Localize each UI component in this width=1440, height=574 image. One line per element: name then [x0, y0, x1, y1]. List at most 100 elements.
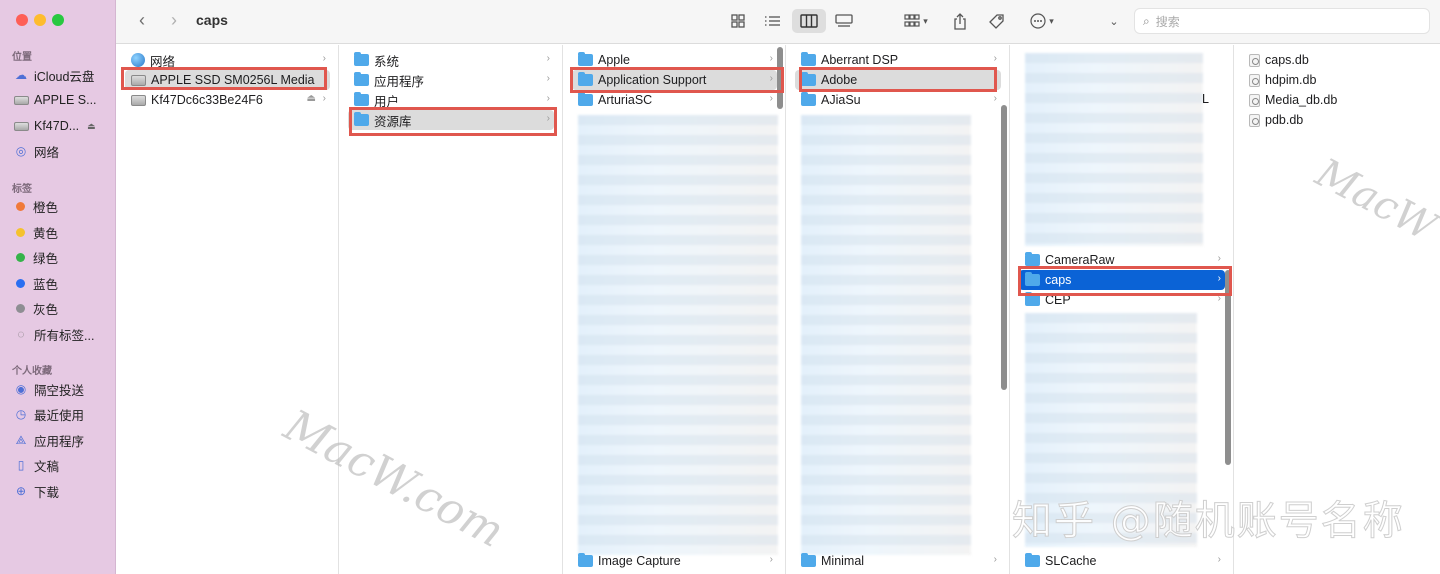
- chevron-down-icon: ▾: [1049, 15, 1054, 26]
- list-item-selected[interactable]: caps ›: [1019, 270, 1225, 290]
- tag-dot-icon: [16, 252, 25, 262]
- column-5: L CameraRaw › caps › CEP › SLCache ›: [1011, 45, 1234, 574]
- sidebar-item-applications[interactable]: ⟁ 应用程序: [14, 429, 114, 451]
- sidebar-tag-green[interactable]: 绿色: [14, 246, 114, 268]
- sidebar-item-downloads[interactable]: ⊕ 下载: [14, 480, 114, 502]
- disk-icon: [13, 93, 29, 107]
- tag-button[interactable]: [984, 9, 1008, 33]
- sidebar-tag-yellow[interactable]: 黄色: [14, 221, 114, 243]
- applications-icon: ⟁: [15, 432, 27, 447]
- zoom-button[interactable]: [52, 14, 64, 26]
- list-item[interactable]: CEP ›: [1019, 290, 1225, 310]
- close-button[interactable]: [16, 14, 28, 26]
- sidebar-tag-orange[interactable]: 橙色: [14, 195, 114, 217]
- sidebar-item-apple-ssd[interactable]: APPLE S...: [13, 89, 114, 111]
- sidebar-item-external-disk[interactable]: Kf47D... ⏏: [13, 115, 114, 137]
- scrollbar[interactable]: [1225, 270, 1231, 465]
- disk-icon: [131, 94, 146, 106]
- chevron-right-icon: ›: [993, 554, 997, 565]
- chevron-right-icon: ›: [993, 73, 997, 84]
- group-icon: [904, 14, 920, 27]
- folder-icon: [1025, 272, 1040, 286]
- database-file-icon: [1249, 53, 1260, 67]
- sidebar-item-label: 隔空投送: [34, 383, 85, 398]
- sidebar-item-icloud[interactable]: ☁ iCloud云盘: [14, 64, 114, 86]
- list-item[interactable]: SLCache ›: [1019, 551, 1225, 571]
- list-item[interactable]: Media_db.db: [1243, 90, 1432, 110]
- column-view-button[interactable]: [792, 9, 826, 33]
- list-item-selected[interactable]: APPLE SSD SM0256L Media: [125, 70, 330, 90]
- sidebar-item-airdrop[interactable]: ◉ 隔空投送: [14, 378, 114, 400]
- chevron-right-icon: ›: [769, 53, 773, 64]
- sidebar-all-tags[interactable]: ◌ 所有标签...: [14, 323, 114, 345]
- list-item[interactable]: 用户 ›: [348, 90, 554, 110]
- folder-icon: [354, 92, 369, 106]
- scrollbar[interactable]: [777, 47, 783, 109]
- list-item[interactable]: Kf47Dc6c33Be24F6 ⏏ ›: [125, 90, 330, 110]
- list-item[interactable]: CameraRaw ›: [1019, 250, 1225, 270]
- list-view-button[interactable]: [758, 9, 786, 33]
- sidebar-item-documents[interactable]: ▯ 文稿: [14, 454, 114, 476]
- list-item-selected[interactable]: 资源库 ›: [348, 110, 554, 130]
- item-label: APPLE SSD SM0256L Media: [151, 73, 315, 87]
- window-controls: [16, 14, 64, 26]
- sidebar-item-network[interactable]: ◎ 网络: [14, 140, 114, 162]
- list-item[interactable]: hdpim.db: [1243, 70, 1432, 90]
- sidebar-tag-gray[interactable]: 灰色: [14, 297, 114, 319]
- list-item[interactable]: 应用程序 ›: [348, 70, 554, 90]
- item-label: 应用程序: [374, 74, 425, 89]
- list-item[interactable]: Apple ›: [572, 50, 777, 70]
- list-item[interactable]: ArturiaSC ›: [572, 90, 777, 110]
- columns-icon: [800, 14, 818, 28]
- list-item[interactable]: AJiaSu ›: [795, 90, 1001, 110]
- forward-button[interactable]: ›: [164, 10, 184, 31]
- item-label: CameraRaw: [1045, 253, 1115, 267]
- list-item[interactable]: 系统 ›: [348, 50, 554, 70]
- folder-icon: [1025, 292, 1040, 306]
- chevron-right-icon: ›: [993, 93, 997, 104]
- toolbar: ‹ › caps ▾ ▾ ⌄ ⌕ 搜索: [116, 0, 1440, 44]
- list-item-selected[interactable]: Adobe ›: [795, 70, 1001, 90]
- group-button[interactable]: ▾: [898, 9, 934, 33]
- eject-icon[interactable]: ⏏: [87, 121, 96, 132]
- back-button[interactable]: ‹: [132, 10, 152, 31]
- item-label: AJiaSu: [821, 93, 861, 107]
- blurred-region: [1025, 313, 1197, 547]
- toolbar-overflow-button[interactable]: ⌄: [1106, 9, 1122, 33]
- list-item[interactable]: Minimal ›: [795, 551, 1001, 571]
- item-label: 用户: [374, 94, 400, 109]
- list-item[interactable]: caps.db: [1243, 50, 1432, 70]
- blurred-region: [801, 115, 971, 555]
- list-item[interactable]: 网络 ›: [125, 50, 330, 70]
- gallery-icon: [835, 14, 853, 27]
- chevron-right-icon: ›: [546, 113, 550, 124]
- column-6: caps.db hdpim.db Media_db.db pdb.db: [1235, 45, 1440, 574]
- search-field[interactable]: ⌕ 搜索: [1134, 8, 1430, 34]
- chevron-down-icon: ⌄: [1109, 15, 1119, 28]
- chevron-right-icon: ›: [322, 53, 326, 64]
- icon-view-button[interactable]: [724, 9, 752, 33]
- list-item[interactable]: pdb.db: [1243, 110, 1432, 130]
- minimize-button[interactable]: [34, 14, 46, 26]
- sidebar-item-label: 黄色: [33, 226, 59, 241]
- sidebar-item-recents[interactable]: ◷ 最近使用: [14, 403, 114, 425]
- sidebar-item-label: 应用程序: [34, 434, 85, 449]
- gallery-view-button[interactable]: [830, 9, 858, 33]
- more-actions-button[interactable]: ▾: [1024, 9, 1060, 33]
- list-item[interactable]: Aberrant DSP ›: [795, 50, 1001, 70]
- folder-icon: [578, 553, 593, 567]
- disk-icon: [131, 74, 146, 86]
- list-item[interactable]: Image Capture ›: [572, 551, 777, 571]
- sidebar: 位置 ☁ iCloud云盘 APPLE S... Kf47D... ⏏ ◎ 网络…: [0, 0, 116, 574]
- sidebar-section-tags: 标签: [12, 184, 32, 195]
- scrollbar[interactable]: [1001, 105, 1007, 390]
- blurred-region: [578, 115, 778, 555]
- eject-icon[interactable]: ⏏: [307, 93, 316, 104]
- sidebar-tag-blue[interactable]: 蓝色: [14, 272, 114, 294]
- sidebar-item-label: 网络: [34, 145, 60, 160]
- sidebar-section-favorites: 个人收藏: [12, 366, 52, 377]
- chevron-right-icon: ›: [769, 93, 773, 104]
- list-item-selected[interactable]: Application Support ›: [572, 70, 777, 90]
- share-button[interactable]: [948, 9, 972, 33]
- folder-icon: [801, 92, 816, 106]
